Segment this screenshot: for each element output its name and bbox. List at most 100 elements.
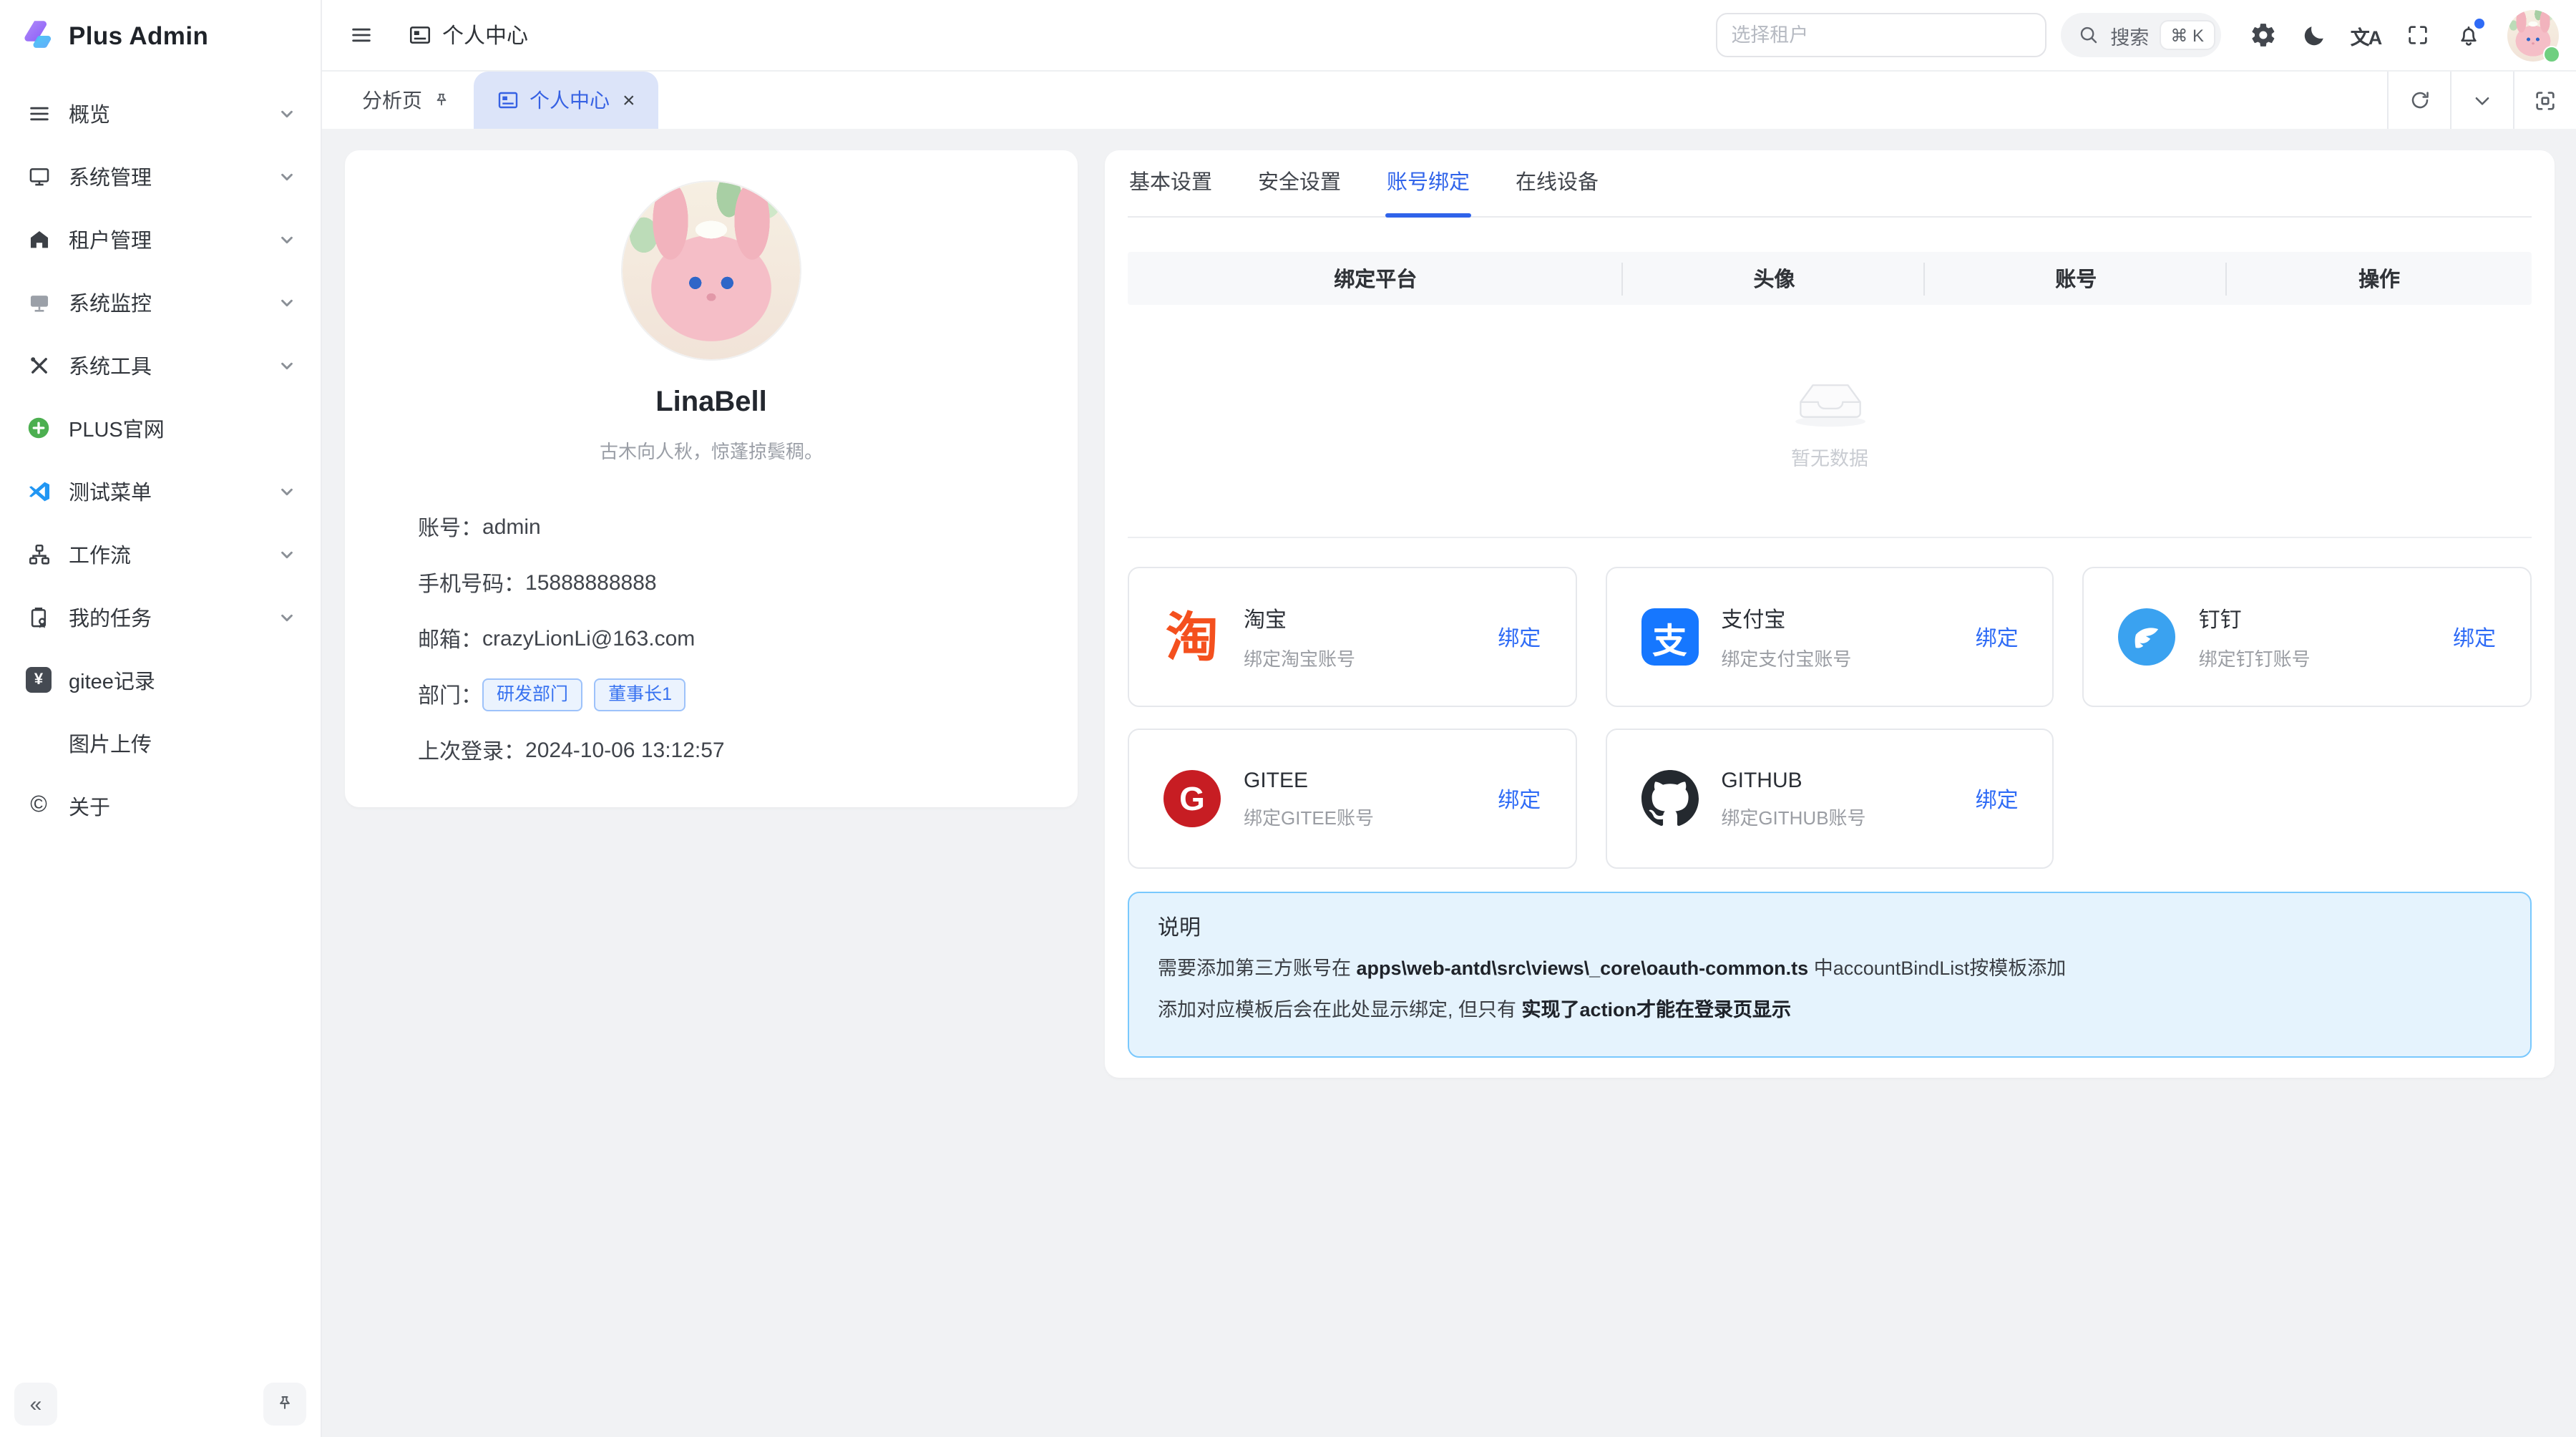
clipboard-icon: [26, 604, 52, 630]
empty-state: 暂无数据: [1128, 305, 2532, 538]
user-avatar[interactable]: [2507, 9, 2559, 61]
sidebar: Plus Admin 概览 系统管理 租户管理 系统监控: [0, 0, 322, 1437]
chevron-down-icon: [279, 168, 295, 184]
fullscreen-button[interactable]: [2393, 11, 2441, 59]
binding-title: 钉钉: [2199, 603, 2311, 633]
menu-lines-icon: [26, 100, 52, 126]
chevron-down-icon: [279, 105, 295, 121]
github-icon: [1641, 770, 1698, 827]
tab-profile-center[interactable]: 个人中心 ×: [474, 72, 658, 129]
tab-security-settings[interactable]: 安全设置: [1257, 166, 1342, 216]
id-card-icon: [497, 89, 519, 112]
display-icon: [26, 289, 52, 315]
department-tag: 研发部门: [482, 678, 582, 711]
fullscreen-icon: [2405, 23, 2429, 47]
app-title: Plus Admin: [69, 21, 208, 51]
sidebar-item-plus-website[interactable]: PLUS官网: [11, 401, 309, 455]
sidebar-item-overview[interactable]: 概览: [11, 86, 309, 140]
tab-menu-button[interactable]: [2450, 72, 2513, 129]
sidebar-item-about[interactable]: © 关于: [11, 779, 309, 833]
binding-desc: 绑定GITHUB账号: [1721, 802, 1865, 829]
sidebar-item-test-menu[interactable]: 测试菜单: [11, 464, 309, 518]
search-icon: [2077, 24, 2099, 46]
chevron-down-icon: [279, 294, 295, 310]
language-button[interactable]: 文A: [2341, 11, 2390, 59]
bind-github-link[interactable]: 绑定: [1976, 784, 2019, 814]
settings-tabs: 基本设置 安全设置 账号绑定 在线设备: [1128, 150, 2532, 218]
sidebar-toggle-button[interactable]: [339, 14, 382, 57]
sidebar-item-gitee-record[interactable]: ¥ gitee记录: [11, 653, 309, 707]
sidebar-item-image-upload[interactable]: 图片上传: [11, 716, 309, 770]
app-logo-icon: [19, 17, 56, 54]
settings-button[interactable]: [2238, 11, 2287, 59]
sidebar-item-tenant-management[interactable]: 租户管理: [11, 212, 309, 266]
search-shortcut-badge: ⌘ K: [2160, 21, 2214, 49]
online-status-dot: [2543, 45, 2560, 62]
tab-online-devices[interactable]: 在线设备: [1514, 166, 1600, 216]
binding-cards: 淘 淘宝 绑定淘宝账号 绑定 支 支付宝 绑定支付宝账号 绑定: [1128, 567, 2532, 869]
tab-account-binding[interactable]: 账号绑定: [1385, 166, 1471, 216]
page-tabbar: 分析页 个人中心 ×: [322, 72, 2576, 129]
fullscreen-scan-icon: [2533, 88, 2557, 112]
profile-field-phone: 手机号码：15888888888: [418, 555, 1078, 611]
sidebar-item-system-management[interactable]: 系统管理: [11, 149, 309, 203]
chevron-down-icon: [279, 483, 295, 499]
gitee-icon: G: [1163, 770, 1221, 827]
binding-card-taobao: 淘 淘宝 绑定淘宝账号 绑定: [1128, 567, 1576, 707]
empty-inbox-icon: [1788, 371, 1871, 431]
binding-desc: 绑定GITEE账号: [1244, 802, 1374, 829]
sidebar-collapse-button[interactable]: «: [14, 1383, 57, 1426]
plus-circle-icon: [26, 415, 52, 441]
tools-icon: [26, 352, 52, 378]
header-actions: 搜索 ⌘ K 文A: [1715, 9, 2559, 61]
chevron-down-icon: [279, 231, 295, 247]
vscode-icon: [26, 478, 52, 504]
sidebar-item-system-tools[interactable]: 系统工具: [11, 338, 309, 392]
sidebar-pin-button[interactable]: [263, 1383, 306, 1426]
sidebar-item-workflow[interactable]: 工作流: [11, 527, 309, 581]
sidebar-item-my-tasks[interactable]: 我的任务: [11, 590, 309, 644]
chevron-down-icon: [279, 609, 295, 625]
header-toolbar: 文A: [2238, 11, 2493, 59]
content-fullscreen-button[interactable]: [2513, 72, 2576, 129]
profile-field-last-login: 上次登录：2024-10-06 13:12:57: [418, 723, 1078, 779]
dark-mode-button[interactable]: [2290, 11, 2338, 59]
notifications-button[interactable]: [2444, 11, 2493, 59]
pin-icon: [432, 91, 451, 109]
tab-analysis[interactable]: 分析页: [339, 72, 474, 129]
taobao-icon: 淘: [1163, 608, 1221, 666]
binding-card-dingtalk: 钉钉 绑定钉钉账号 绑定: [2083, 567, 2532, 707]
profile-field-email: 邮箱：crazyLionLi@163.com: [418, 611, 1078, 667]
refresh-icon: [2408, 89, 2431, 112]
note-line-2: 添加对应模板后会在此处显示绑定, 但只有 实现了action才能在登录页显示: [1158, 997, 2502, 1026]
copyright-icon: ©: [26, 793, 52, 819]
tab-label: 分析页: [362, 86, 422, 115]
breadcrumb[interactable]: 个人中心: [408, 20, 528, 50]
id-card-icon: [408, 23, 432, 47]
monitor-icon: [26, 163, 52, 189]
sidebar-nav: 概览 系统管理 租户管理 系统监控 系统工具: [0, 72, 321, 833]
binding-title: GITHUB: [1721, 768, 1865, 792]
profile-card: LinaBell 古木向人秋，惊蓬掠鬓稠。 账号：admin 手机号码：1588…: [345, 150, 1078, 807]
close-icon[interactable]: ×: [623, 89, 635, 111]
sidebar-item-system-monitor[interactable]: 系统监控: [11, 275, 309, 329]
bind-alipay-link[interactable]: 绑定: [1976, 622, 2019, 652]
bind-taobao-link[interactable]: 绑定: [1498, 622, 1541, 652]
top-header: 个人中心 搜索 ⌘ K 文A: [322, 0, 2576, 72]
profile-motto: 古木向人秋，惊蓬掠鬓稠。: [345, 437, 1078, 464]
app-logo-row[interactable]: Plus Admin: [0, 0, 321, 72]
column-header-platform: 绑定平台: [1128, 263, 1624, 293]
page-root: Plus Admin 概览 系统管理 租户管理 系统监控: [0, 0, 2576, 1437]
refresh-button[interactable]: [2387, 72, 2450, 129]
bind-dingtalk-link[interactable]: 绑定: [2453, 622, 2496, 652]
binding-desc: 绑定支付宝账号: [1721, 643, 1851, 671]
profile-avatar[interactable]: [621, 180, 801, 361]
pin-icon: [275, 1394, 295, 1414]
bind-gitee-link[interactable]: 绑定: [1498, 784, 1541, 814]
breadcrumb-label: 个人中心: [442, 20, 528, 50]
tenant-select-input[interactable]: [1715, 13, 2046, 57]
note-title: 说明: [1158, 912, 2502, 942]
tab-basic-settings[interactable]: 基本设置: [1128, 166, 1214, 216]
tab-label: 个人中心: [530, 86, 610, 115]
global-search-button[interactable]: 搜索 ⌘ K: [2060, 13, 2221, 57]
